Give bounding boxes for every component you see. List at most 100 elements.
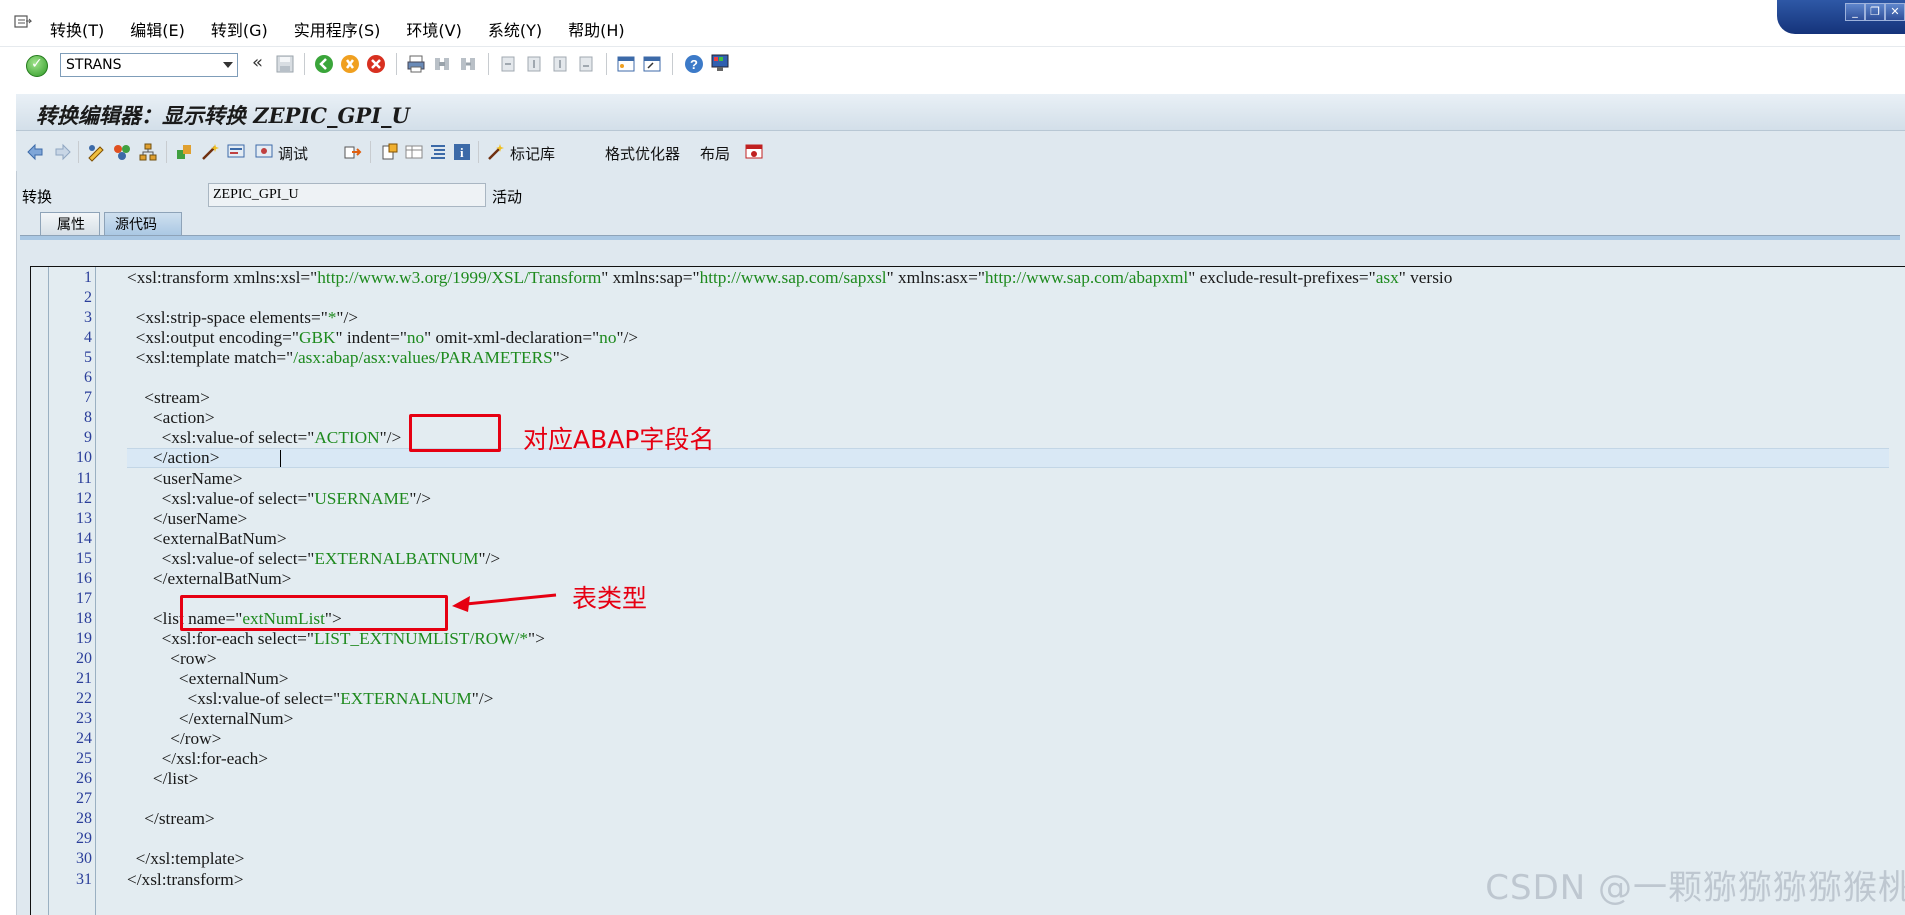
arrow-right-icon[interactable] [52,142,72,162]
tag-library-icon[interactable] [486,142,506,162]
insert-statement-icon[interactable] [380,142,400,162]
find-icon[interactable] [432,54,452,74]
tab-properties[interactable]: 属性 [40,212,100,236]
toolbar-separator [166,141,167,163]
back-icon[interactable] [314,54,334,74]
layout-settings-icon[interactable] [744,142,764,162]
line-number: 27 [76,790,92,808]
chevron-down-icon[interactable] [223,62,233,68]
collapse-command-icon[interactable]: « [252,52,263,73]
code-line[interactable]: <userName> [127,469,243,489]
code-line[interactable]: </userName> [127,509,247,529]
debug-icon[interactable] [254,142,274,162]
code-line[interactable]: <xsl:for-each select="LIST_EXTNUMLIST/RO… [127,629,545,649]
line-number: 30 [76,850,92,868]
code-line[interactable]: <xsl:template match="/asx:abap/asx:value… [127,348,570,368]
line-number: 14 [76,529,92,547]
pattern-icon[interactable] [404,142,424,162]
toolbar-separator [370,141,371,163]
code-line[interactable]: <xsl:value-of select="ACTION"/> [127,428,402,448]
code-line[interactable]: </xsl:transform> [127,870,243,890]
enter-icon[interactable] [26,55,48,77]
hierarchy-icon[interactable] [138,142,158,162]
where-used-icon[interactable] [174,142,194,162]
window-controls: _ ❐ ✕ [1777,0,1905,34]
debug-button[interactable]: 调试 [278,143,308,164]
code-line[interactable]: <xsl:output encoding="GBK" indent="no" o… [127,328,638,348]
shortcut-icon[interactable] [642,54,662,74]
pretty-printer-button[interactable]: 格式优化器 [605,143,680,164]
restore-icon[interactable]: ❐ [1865,3,1885,21]
menu-item-help[interactable]: 帮助(H) [568,17,625,41]
customize-layout-icon[interactable] [710,53,730,73]
minimize-icon[interactable]: _ [1845,3,1865,21]
menu-item-utilities[interactable]: 实用程序(S) [294,17,381,41]
magic-wand-icon[interactable] [200,142,220,162]
last-page-icon[interactable] [576,54,596,74]
line-number: 3 [84,309,92,327]
code-line[interactable]: <xsl:value-of select="EXTERNALNUM"/> [127,689,493,709]
code-line[interactable]: <externalBatNum> [127,529,287,549]
code-line[interactable]: </action> [127,448,220,468]
transformation-label: 转换 [22,188,53,206]
line-number: 10 [76,449,92,467]
code-line[interactable]: <xsl:value-of select="USERNAME"/> [127,489,431,509]
code-line[interactable]: <xsl:transform xmlns:xsl="http://www.w3.… [127,268,1452,288]
new-session-icon[interactable] [616,54,636,74]
system-menu-icon[interactable] [14,14,32,30]
code-line[interactable]: </externalNum> [127,709,294,729]
code-line[interactable]: <xsl:value-of select="EXTERNALBATNUM"/> [127,549,501,569]
close-icon[interactable]: ✕ [1885,3,1905,21]
code-line[interactable]: <stream> [127,388,210,408]
menu-item-system[interactable]: 系统(Y) [488,17,542,41]
layout-button[interactable]: 布局 [700,143,730,164]
tab-source-code[interactable]: 源代码 [104,212,182,236]
line-number: 1 [84,269,92,286]
menu-item-transformation[interactable]: 转换(T) [50,17,104,41]
code-line[interactable]: <action> [127,408,215,428]
previous-page-icon[interactable] [524,54,544,74]
next-page-icon[interactable] [550,54,570,74]
menu-item-environment[interactable]: 环境(V) [406,17,461,41]
code-line[interactable]: </list> [127,769,198,789]
pretty-print-icon[interactable] [428,142,448,162]
line-number: 28 [76,810,92,828]
command-field[interactable]: STRANS [60,53,238,77]
code-line[interactable]: <externalNum> [127,669,289,689]
toolbar-separator [78,141,79,163]
svg-text:?: ? [690,57,698,72]
first-page-icon[interactable] [498,54,518,74]
check-icon[interactable] [112,142,132,162]
code-line[interactable]: </row> [127,729,221,749]
line-number: 19 [76,629,92,647]
arrow-left-icon[interactable] [26,142,46,162]
transport-icon[interactable] [342,142,362,162]
page-title: 转换编辑器：显示转换 ZEPIC_GPI_U [36,103,410,128]
code-editor[interactable]: 1 2 3 4 5 6 7 8 9 10 11 12 13 14 15 16 17 18 19 20 21 22 23 24 2… [30,266,1905,915]
arrow-annotation [452,593,557,612]
find-next-icon[interactable] [458,54,478,74]
menu-item-edit[interactable]: 编辑(E) [130,17,185,41]
line-number: 23 [76,710,92,728]
code-line[interactable]: </externalBatNum> [127,569,292,589]
code-line[interactable]: </stream> [127,809,214,829]
display-change-icon[interactable] [86,142,106,162]
status-badge: 活动 [492,188,523,206]
line-number: 15 [76,549,92,567]
transformation-field[interactable] [208,183,486,207]
info-icon[interactable]: i [452,142,472,162]
print-icon[interactable] [406,54,426,74]
save-icon[interactable] [275,54,295,74]
help-icon[interactable]: ? [684,54,704,74]
exit-icon[interactable] [340,54,360,74]
test-icon[interactable] [226,142,246,162]
toolbar-separator [672,53,673,75]
code-line[interactable]: <row> [127,649,216,669]
code-line[interactable]: </xsl:template> [127,849,245,869]
tag-library-button[interactable]: 标记库 [510,143,555,164]
code-line[interactable]: <xsl:strip-space elements="*"/> [127,308,358,328]
menu-item-goto[interactable]: 转到(G) [211,17,268,41]
code-line[interactable]: </xsl:for-each> [127,749,268,769]
cancel-icon[interactable] [366,54,386,74]
title-bar: 转换编辑器：显示转换 ZEPIC_GPI_U [16,94,1905,131]
